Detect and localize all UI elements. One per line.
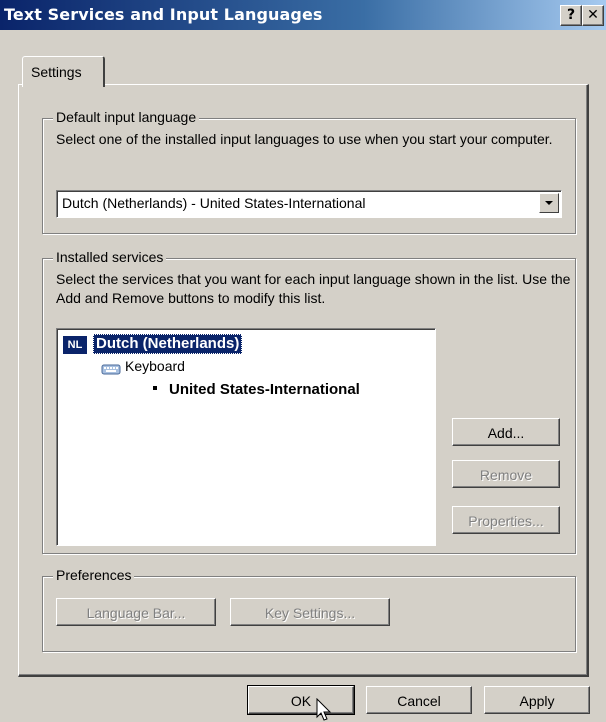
language-bar-button[interactable]: Language Bar... — [56, 598, 216, 626]
preferences-legend: Preferences — [53, 567, 135, 583]
tab-settings-label: Settings — [31, 64, 82, 80]
default-input-language-select[interactable]: Dutch (Netherlands) - United States-Inte… — [56, 190, 562, 218]
cursor-icon — [316, 698, 332, 721]
tab-settings[interactable]: Settings — [22, 56, 105, 87]
remove-button[interactable]: Remove — [452, 460, 560, 488]
key-settings-button[interactable]: Key Settings... — [230, 598, 390, 626]
language-badge: NL — [63, 336, 87, 354]
window-title: Text Services and Input Languages — [4, 5, 323, 24]
keyboard-icon — [101, 364, 121, 375]
cancel-button[interactable]: Cancel — [366, 686, 472, 714]
installed-services-legend: Installed services — [53, 249, 167, 265]
properties-button[interactable]: Properties... — [452, 506, 560, 534]
installed-services-description: Select the services that you want for ea… — [56, 271, 571, 306]
help-button[interactable]: ? — [560, 5, 582, 26]
default-input-language-legend: Default input language — [53, 109, 200, 125]
tree-item-layout[interactable]: United States-International — [153, 381, 360, 398]
tree-item-keyboard[interactable]: Keyboard — [125, 358, 185, 374]
default-input-language-description: Select one of the installed input langua… — [56, 131, 553, 147]
close-button[interactable]: ✕ — [582, 5, 604, 26]
layout-label: United States-International — [169, 381, 360, 398]
add-button[interactable]: Add... — [452, 418, 560, 446]
dialog-window: Text Services and Input Languages ? ✕ Se… — [0, 0, 606, 722]
tree-item-language[interactable]: Dutch (Netherlands) — [93, 334, 243, 354]
installed-services-tree[interactable]: NL Dutch (Netherlands) Keyboard United S… — [56, 328, 436, 546]
chevron-down-icon[interactable] — [539, 193, 559, 213]
bullet-icon — [153, 386, 157, 391]
default-input-language-value: Dutch (Netherlands) - United States-Inte… — [62, 195, 366, 211]
title-bar[interactable]: Text Services and Input Languages ? ✕ — [0, 0, 606, 30]
ok-button[interactable]: OK — [247, 685, 355, 715]
apply-button[interactable]: Apply — [484, 686, 590, 714]
